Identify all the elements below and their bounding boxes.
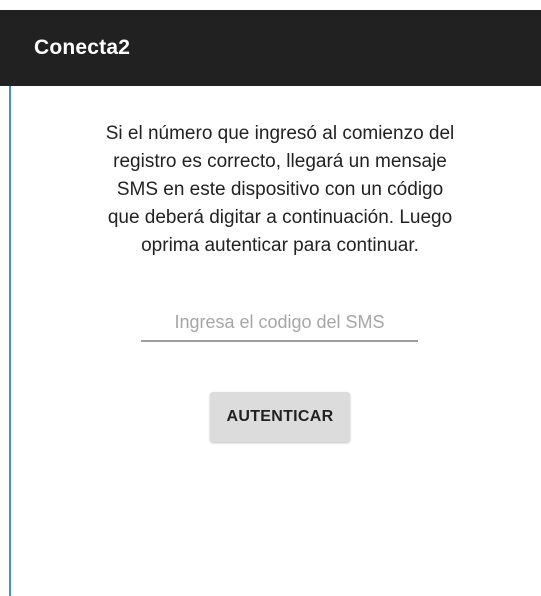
message-line: Si el número que ingresó al comienzo del xyxy=(105,123,455,144)
sms-code-input[interactable] xyxy=(141,308,418,342)
message-line: registro es correcto, llegará un mensaje xyxy=(113,151,447,172)
authenticate-button[interactable]: AUTENTICAR xyxy=(210,392,350,442)
message-line: que deberá digitar a continuación. Luego xyxy=(107,207,453,228)
app-bar: Conecta2 xyxy=(0,10,541,86)
message-line: SMS en este dispositivo con un código xyxy=(116,179,444,200)
sms-code-field xyxy=(141,308,418,344)
app-title: Conecta2 xyxy=(34,36,131,59)
window-left-edge xyxy=(9,86,11,596)
message-line: oprima autenticar para continuar. xyxy=(141,235,419,256)
status-strip xyxy=(0,0,541,10)
screen: Conecta2 Si el número que ingresó al com… xyxy=(0,0,541,596)
instructions-message: Si el número que ingresó al comienzo del… xyxy=(60,120,500,260)
